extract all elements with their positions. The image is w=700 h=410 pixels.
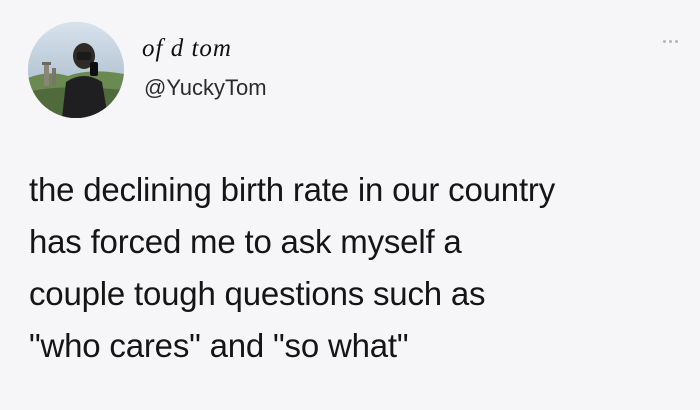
tweet-line: couple tough questions such as: [29, 275, 486, 312]
dot: [663, 40, 666, 43]
avatar-image: [28, 22, 124, 118]
avatar[interactable]: [28, 22, 124, 118]
dot: [669, 40, 672, 43]
tweet-line: the declining birth rate in our country: [29, 171, 556, 208]
tweet-text: the declining birth rate in our country …: [29, 164, 679, 372]
tweet-card: of d tom @YuckyTom the declining birth r…: [0, 0, 700, 410]
tweet-line: has forced me to ask myself a: [29, 223, 462, 260]
dot: [675, 40, 678, 43]
more-options-icon[interactable]: [663, 40, 678, 43]
tweet-line: "who cares" and "so what": [29, 327, 409, 364]
display-name[interactable]: of d tom: [142, 36, 232, 61]
user-handle[interactable]: @YuckyTom: [144, 77, 267, 99]
